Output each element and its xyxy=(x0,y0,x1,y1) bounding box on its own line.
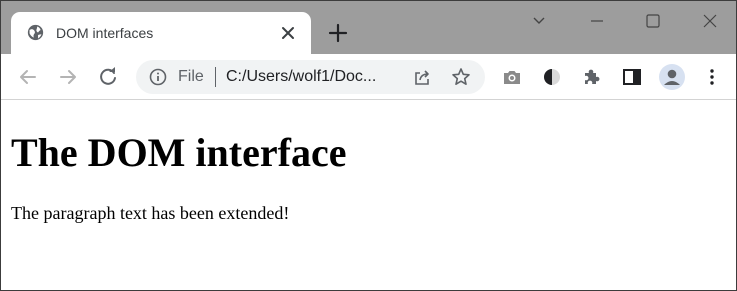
globe-icon xyxy=(27,24,44,41)
kebab-menu-icon[interactable] xyxy=(701,66,723,88)
avatar-icon[interactable] xyxy=(659,64,685,90)
new-tab-icon[interactable] xyxy=(327,22,349,44)
browser-window: DOM interfaces File C:/Users/wolf1/Doc..… xyxy=(0,0,737,291)
minimize-icon[interactable] xyxy=(586,10,608,32)
close-tab-icon[interactable] xyxy=(279,24,297,42)
tab-title: DOM interfaces xyxy=(56,25,154,41)
toolbar: File C:/Users/wolf1/Doc... xyxy=(1,54,736,100)
page-heading: The DOM interface xyxy=(11,130,347,175)
maximize-icon[interactable] xyxy=(642,10,664,32)
address-bar[interactable]: File C:/Users/wolf1/Doc... xyxy=(136,60,485,94)
divider xyxy=(215,67,216,87)
share-icon[interactable] xyxy=(412,67,432,87)
scheme-label: File xyxy=(178,68,204,85)
tab-strip: DOM interfaces xyxy=(1,1,736,54)
puzzle-icon[interactable] xyxy=(581,66,603,88)
close-window-icon[interactable] xyxy=(699,10,721,32)
star-icon[interactable] xyxy=(451,67,471,87)
reload-icon[interactable] xyxy=(97,66,119,88)
info-icon[interactable] xyxy=(149,68,167,86)
url-text[interactable]: C:/Users/wolf1/Doc... xyxy=(226,68,376,86)
tab-dom-interfaces[interactable]: DOM interfaces xyxy=(11,12,311,54)
chevron-down-icon[interactable] xyxy=(528,10,550,32)
arrow-left-icon[interactable] xyxy=(17,66,39,88)
side-panel-icon[interactable] xyxy=(621,66,643,88)
camera-icon[interactable] xyxy=(501,66,523,88)
contrast-icon[interactable] xyxy=(541,66,563,88)
page-content: The DOM interface The paragraph text has… xyxy=(1,101,736,290)
arrow-right-icon[interactable] xyxy=(57,66,79,88)
page-paragraph: The paragraph text has been extended! xyxy=(11,203,290,223)
